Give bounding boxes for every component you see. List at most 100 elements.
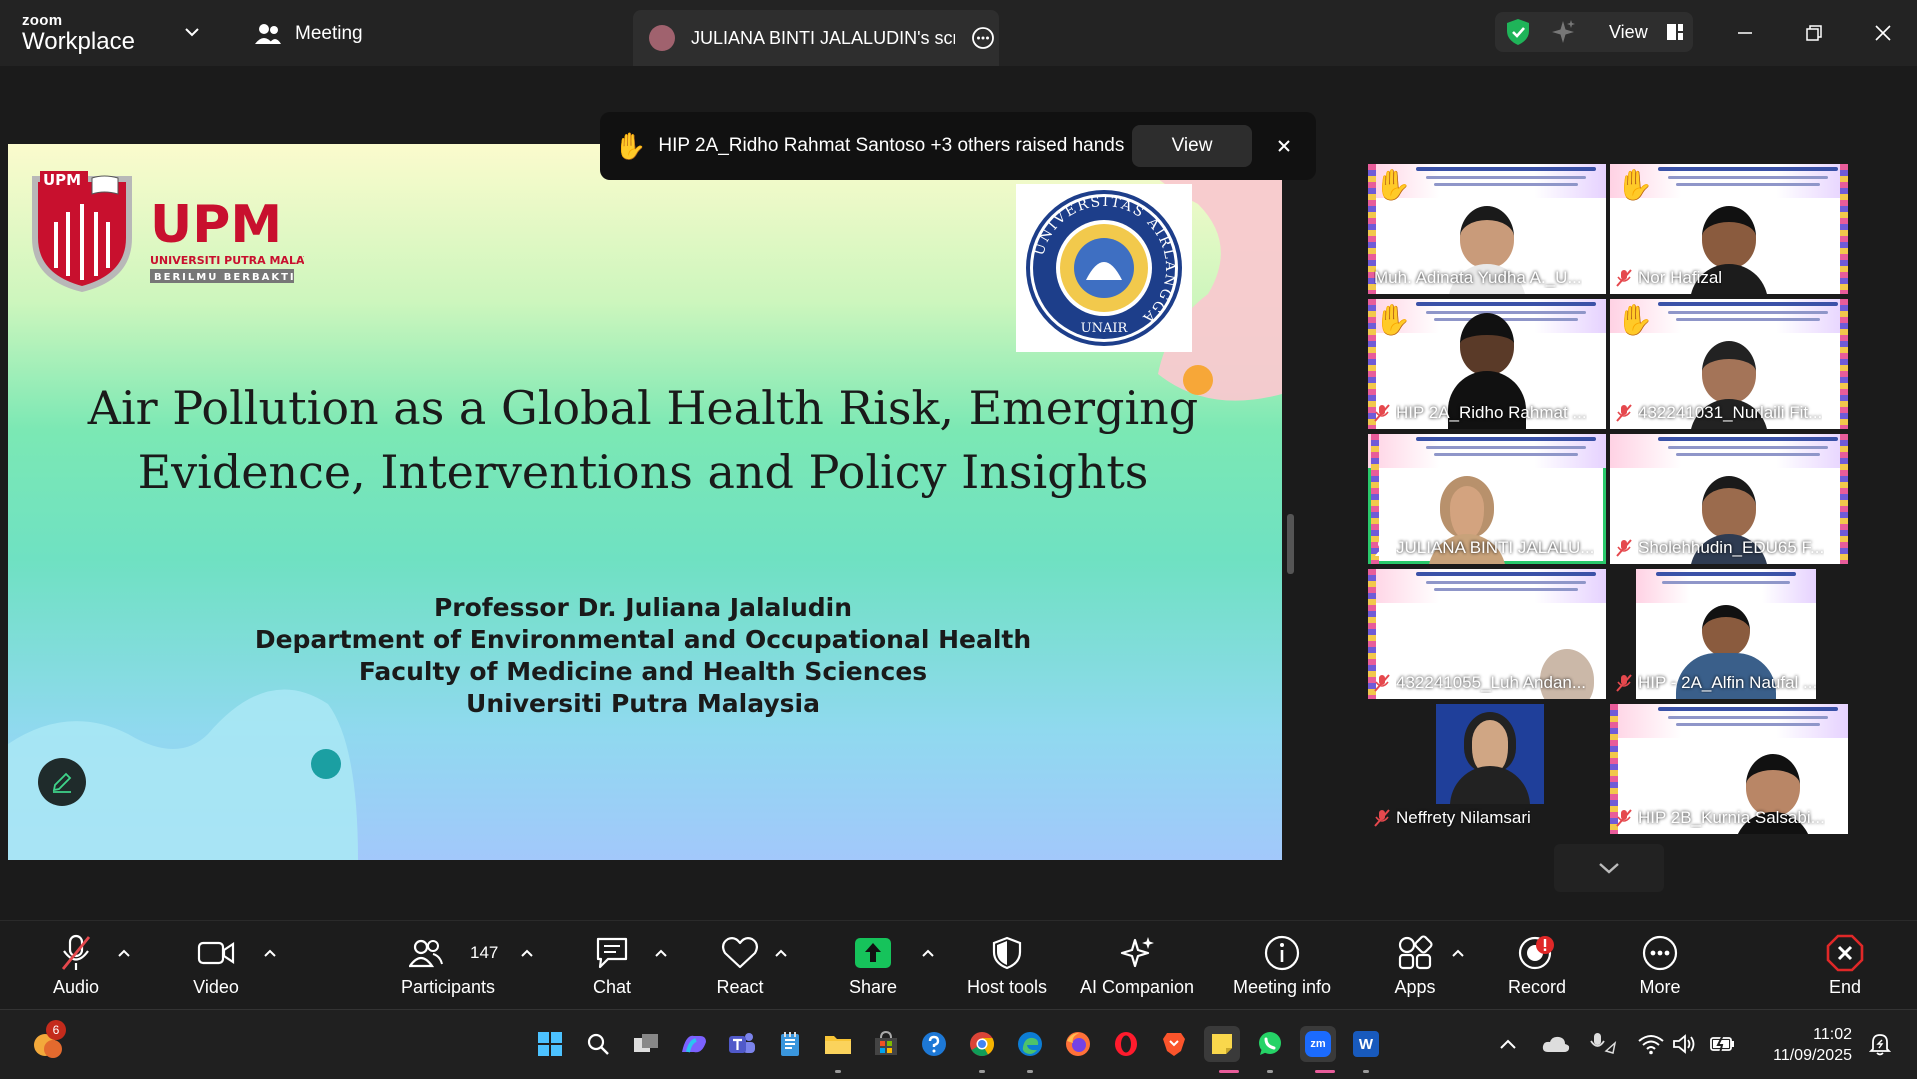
chevron-down-icon — [1599, 863, 1619, 874]
upm-logo: UPM UPM UNIVERSITI PUTRA MALAYSIA BERILM… — [32, 171, 304, 292]
apps-button[interactable]: Apps — [1391, 933, 1439, 1007]
battery-charging-icon — [1710, 1034, 1734, 1054]
get-help-app[interactable] — [916, 1026, 952, 1062]
more-options-icon[interactable] — [971, 26, 995, 50]
grid-view-icon[interactable] — [1666, 23, 1684, 41]
meeting-tab[interactable]: Meeting — [255, 22, 363, 46]
gallery-next-page-button[interactable] — [1554, 844, 1664, 892]
ai-sparkle-icon — [1120, 937, 1154, 968]
start-button[interactable] — [532, 1026, 568, 1062]
chevron-up-icon[interactable] — [116, 947, 132, 959]
word-app[interactable]: W — [1348, 1026, 1384, 1062]
notepad-app[interactable] — [772, 1026, 808, 1062]
more-button[interactable]: More — [1636, 933, 1684, 1007]
file-explorer-app[interactable] — [820, 1026, 856, 1062]
tile-background-slide — [1368, 434, 1606, 468]
host-tools-button[interactable]: Host tools — [962, 933, 1052, 1007]
opera-app[interactable] — [1108, 1026, 1144, 1062]
participant-tile[interactable]: Neffrety Nilamsari — [1368, 704, 1606, 834]
raised-hands-view-button[interactable]: View — [1132, 125, 1252, 167]
opera-icon — [1115, 1032, 1137, 1056]
participant-name: 432241055_Luh Andan... — [1396, 673, 1587, 692]
raised-hand-icon: ✋ — [1374, 304, 1412, 337]
end-meeting-button[interactable]: End — [1822, 933, 1868, 1007]
clock-date: 11/09/2025 — [1773, 1047, 1852, 1064]
show-hidden-icons-button[interactable] — [1490, 1026, 1526, 1062]
participant-tile[interactable]: ✋ Nor Hafizal — [1610, 164, 1848, 294]
chevron-up-icon[interactable] — [920, 947, 936, 959]
video-button[interactable]: Video — [189, 933, 243, 1007]
screen-share-tab[interactable]: JULIANA BINTI JALALUDIN's scree — [633, 10, 999, 66]
end-label: End — [1828, 977, 1862, 997]
record-button[interactable]: Record — [1508, 933, 1566, 1007]
ai-sparkle-icon[interactable] — [1549, 18, 1577, 46]
video-camera-icon — [197, 941, 235, 965]
unair-logo: UNIVERSITAS AIRLANGGA UNAIR — [1016, 184, 1192, 352]
muted-mic-icon — [1616, 404, 1632, 422]
brave-icon — [1163, 1033, 1185, 1056]
zoom-logo-small: zoom — [22, 12, 63, 29]
copilot-app[interactable] — [676, 1026, 712, 1062]
system-clock[interactable]: 11:02 11/09/2025 — [1756, 1024, 1852, 1066]
notification-center-button[interactable] — [1862, 1026, 1898, 1062]
copilot-icon — [682, 1035, 706, 1053]
chevron-up-icon[interactable] — [773, 947, 789, 959]
chat-bubble-icon — [596, 937, 628, 969]
restore-button[interactable] — [1797, 16, 1831, 50]
chevron-up-icon[interactable] — [1450, 947, 1466, 959]
view-button[interactable]: View — [1609, 22, 1648, 43]
participant-tile[interactable]: ✋ Muh. Adinata Yudha A._U... — [1368, 164, 1606, 294]
share-screen-button[interactable]: Share — [847, 933, 899, 1007]
participant-tile-active-speaker[interactable]: JULIANA BINTI JALALU... — [1368, 434, 1606, 564]
chrome-app[interactable] — [964, 1026, 1000, 1062]
annotate-button[interactable] — [38, 758, 86, 806]
task-view-button[interactable] — [628, 1026, 664, 1062]
chat-button[interactable]: Chat — [587, 933, 637, 1007]
dismiss-notification-button[interactable] — [1270, 132, 1298, 160]
muted-mic-icon — [1616, 809, 1632, 827]
share-label: Share — [848, 977, 898, 997]
sticky-notes-app[interactable] — [1204, 1026, 1240, 1062]
participant-tile[interactable]: Sholehhudin_EDU65 F... — [1610, 434, 1848, 564]
minimize-button[interactable] — [1728, 16, 1762, 50]
chevron-up-icon[interactable] — [262, 947, 278, 959]
ai-companion-button[interactable]: AI Companion — [1078, 933, 1196, 1007]
participant-tile[interactable]: HIP - 2A_Alfin Naufal ... — [1610, 569, 1848, 699]
participant-tile[interactable]: ✋ 432241031_Nurlaili Fit... — [1610, 299, 1848, 429]
chevron-up-icon[interactable] — [519, 947, 535, 959]
participants-icon — [409, 939, 443, 968]
microphone-icon — [1590, 1033, 1617, 1054]
close-button[interactable] — [1866, 16, 1900, 50]
onedrive-tray[interactable] — [1538, 1026, 1574, 1062]
brave-app[interactable] — [1156, 1026, 1192, 1062]
chevron-down-icon[interactable] — [182, 22, 202, 42]
participant-name: Muh. Adinata Yudha A._U... — [1374, 268, 1582, 287]
participant-tile[interactable]: ✋ HIP 2A_Ridho Rahmat ... — [1368, 299, 1606, 429]
audio-button[interactable]: Audio — [50, 933, 102, 1007]
wifi-tray[interactable] — [1633, 1026, 1669, 1062]
shield-check-icon[interactable] — [1505, 18, 1531, 46]
chevron-up-icon[interactable] — [653, 947, 669, 959]
whatsapp-app[interactable] — [1252, 1026, 1288, 1062]
people-icon — [255, 24, 281, 44]
taskbar-search-button[interactable] — [580, 1026, 616, 1062]
participant-tile[interactable]: HIP 2B_Kurnia Salsabi... — [1610, 704, 1848, 834]
minimize-icon — [1738, 32, 1752, 34]
battery-tray[interactable] — [1705, 1026, 1741, 1062]
tile-background-slide — [1610, 434, 1848, 468]
participant-gallery: ✋ Muh. Adinata Yudha A._U... ✋ Nor Hafiz… — [1368, 164, 1850, 844]
volume-tray[interactable] — [1667, 1026, 1703, 1062]
meeting-info-button[interactable]: Meeting info — [1228, 933, 1336, 1007]
react-button[interactable]: React — [715, 933, 765, 1007]
teams-app[interactable] — [724, 1026, 760, 1062]
firefox-icon — [1066, 1032, 1090, 1056]
microsoft-store-app[interactable] — [868, 1026, 904, 1062]
muted-mic-icon — [1616, 674, 1632, 692]
zoom-app[interactable]: zm — [1300, 1026, 1336, 1062]
splitter-handle[interactable] — [1287, 514, 1294, 574]
mic-in-use-tray[interactable] — [1585, 1026, 1621, 1062]
notification-badge: 6 — [46, 1020, 66, 1040]
firefox-app[interactable] — [1060, 1026, 1096, 1062]
edge-app[interactable] — [1012, 1026, 1048, 1062]
participant-tile[interactable]: 432241055_Luh Andan... — [1368, 569, 1606, 699]
